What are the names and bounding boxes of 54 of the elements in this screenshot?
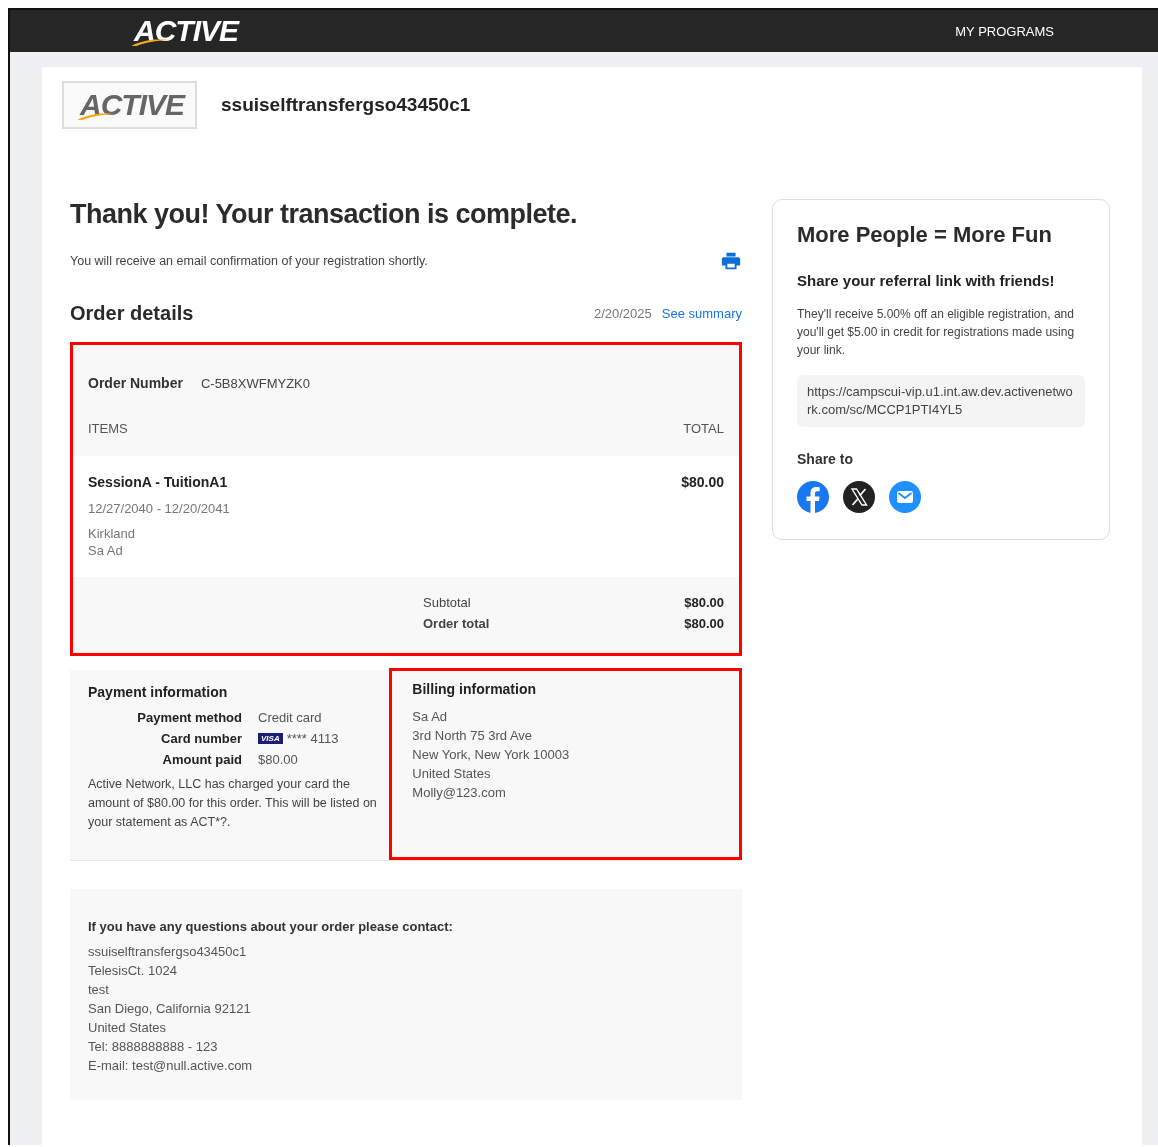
item-name: SessionA - TuitionA1 bbox=[88, 474, 229, 490]
billing-line: 3rd North 75 3rd Ave bbox=[412, 727, 534, 745]
payment-title: Payment information bbox=[88, 684, 229, 700]
contact-line: E-mail: test@null.active.com bbox=[88, 1057, 254, 1075]
payment-label: Card number bbox=[160, 731, 242, 746]
active-logo: ACTIVE bbox=[130, 11, 245, 51]
participant-name: Sa Ad bbox=[88, 542, 124, 559]
contact-title: If you have any questions about your order please contact: bbox=[88, 919, 454, 934]
referral-description: They'll receive 5.00% off an eligible registration, and you'll get $5.00 in credit for registrations made using your link. bbox=[797, 306, 1076, 359]
print-icon[interactable] bbox=[720, 250, 742, 272]
item-location: Kirkland bbox=[88, 525, 136, 542]
see-summary-link[interactable]: See summary bbox=[661, 306, 742, 321]
billing-line: United States bbox=[412, 765, 492, 783]
column-header: TOTAL bbox=[683, 421, 724, 436]
total-label: Order total bbox=[423, 616, 490, 631]
payment-label: Amount paid bbox=[161, 752, 242, 767]
billing-line: Molly@123.com bbox=[412, 784, 507, 802]
payment-value: Credit card bbox=[258, 710, 322, 725]
total-label: Subtotal bbox=[423, 595, 471, 610]
confirmation-title: Thank you! Your transaction is complete. bbox=[70, 199, 579, 230]
column-header: ITEMS bbox=[88, 421, 128, 436]
order-number-label: Order Number bbox=[88, 375, 183, 391]
contact-line: San Diego, California 92121 bbox=[88, 1000, 252, 1018]
active-logo: ACTIVE bbox=[76, 85, 191, 125]
share-label: Share to bbox=[797, 451, 854, 467]
referral-subtitle: Share your referral link with friends! bbox=[797, 272, 1056, 289]
organization-name: ssuiselftransfergso43450c1 bbox=[221, 94, 471, 116]
order-details-title: Order details bbox=[70, 302, 194, 325]
charge-note: Active Network, LLC has charged your card the amount of $80.00 for this order. This will be listed on your statement as ACT*?. bbox=[88, 776, 378, 831]
card-brand-badge: VISA bbox=[258, 733, 283, 744]
email-icon[interactable] bbox=[889, 481, 921, 513]
contact-line: ssuiselftransfergso43450c1 bbox=[88, 943, 248, 961]
billing-line: Sa Ad bbox=[412, 708, 449, 726]
total-value: $80.00 bbox=[684, 616, 724, 631]
contact-line: test bbox=[88, 981, 110, 999]
item-dates: 12/27/2040 - 12/20/2041 bbox=[88, 500, 230, 517]
payment-value: $80.00 bbox=[258, 752, 298, 767]
billing-title: Billing information bbox=[412, 681, 537, 697]
order-date: 2/20/2025 bbox=[593, 306, 652, 321]
payment-value: **** 4113 bbox=[286, 731, 339, 746]
facebook-icon[interactable] bbox=[797, 481, 829, 513]
total-value: $80.00 bbox=[684, 595, 724, 610]
referral-title: More People = More Fun bbox=[797, 222, 1053, 248]
order-number: C-5B8XWFMYZK0 bbox=[200, 375, 310, 391]
contact-line: TelesisCt. 1024 bbox=[88, 962, 178, 980]
item-total: $80.00 bbox=[681, 474, 724, 492]
payment-label: Payment method bbox=[136, 710, 242, 725]
contact-line: United States bbox=[88, 1019, 168, 1037]
confirmation-message: You will receive an email confirmation of your registration shortly. bbox=[70, 254, 428, 268]
referral-link-field[interactable]: https://campscui-vip.u1.int.aw.dev.activenetwork.com/sc/MCCP1PTI4YL5 bbox=[797, 375, 1085, 427]
x-icon[interactable] bbox=[843, 481, 875, 513]
billing-line: New York, New York 10003 bbox=[412, 746, 571, 764]
contact-line: Tel: 8888888888 - 123 bbox=[88, 1038, 219, 1056]
my-programs-link[interactable]: MY PROGRAMS bbox=[955, 23, 1054, 39]
